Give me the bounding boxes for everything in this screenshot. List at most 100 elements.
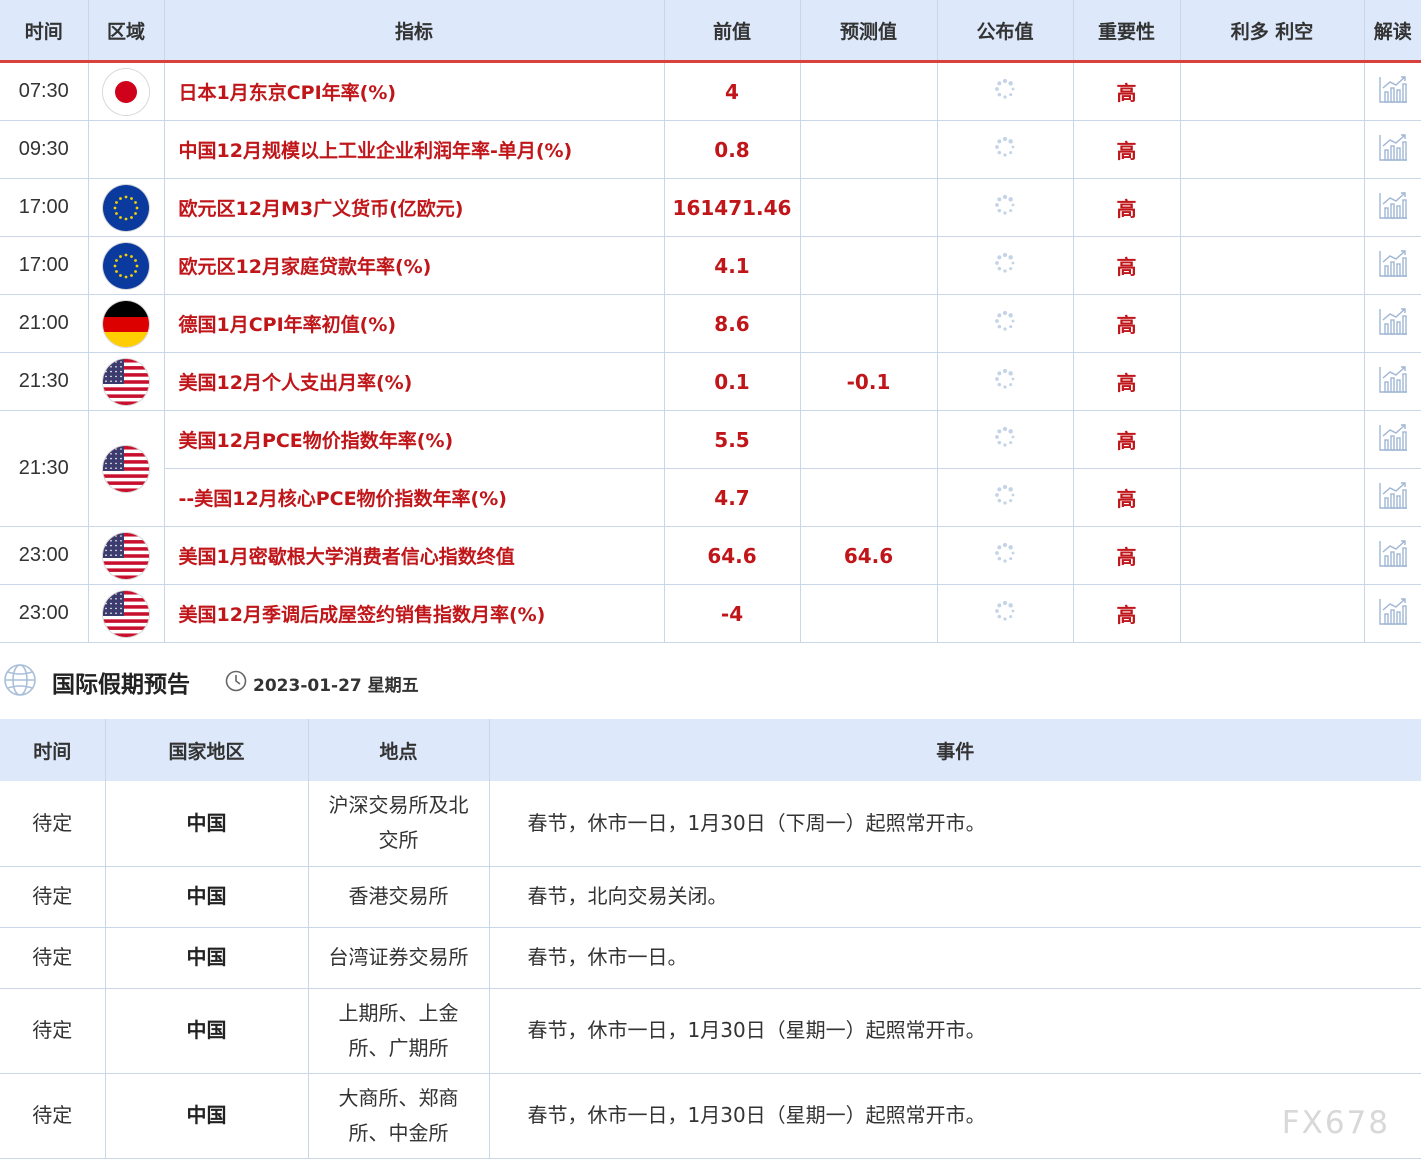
indicator-link[interactable]: 德国1月CPI年率初值(%) [164, 294, 665, 353]
table-row: 07:30 日本1月东京CPI年率(%) 4 高 [0, 61, 1421, 121]
importance-value: 高 [1073, 352, 1181, 411]
analysis-cell [1364, 410, 1421, 469]
chart-analysis-icon[interactable] [1378, 190, 1408, 225]
header-indicator: 指标 [164, 0, 665, 63]
chart-analysis-icon[interactable] [1378, 422, 1408, 457]
analysis-cell [1364, 294, 1421, 353]
loading-spinner-icon [994, 310, 1016, 337]
table-row: 17:00 欧元区12月M3广义货币(亿欧元) 161471.46 高 [0, 178, 1421, 237]
table-row: 21:30 美国12月个人支出月率(%) 0.1 -0.1 高 [0, 352, 1421, 411]
importance-value: 高 [1073, 120, 1181, 179]
holiday-time: 待定 [0, 866, 106, 928]
table-row: 21:30 美国12月PCE物价指数年率(%) 5.5 高 [0, 410, 1421, 527]
previous-value: 8.6 [664, 294, 801, 353]
previous-value: 4.1 [664, 236, 801, 295]
loading-spinner-icon [994, 600, 1016, 627]
holiday-time: 待定 [0, 1073, 106, 1159]
impact-cell [1180, 120, 1365, 179]
previous-value: 5.5 [664, 410, 801, 469]
globe-icon [3, 663, 37, 701]
importance-value: 高 [1073, 584, 1181, 643]
previous-value: 4.7 [664, 468, 801, 527]
table-row: 09:30 中国12月规模以上工业企业利润年率-单月(%) 0.8 高 [0, 120, 1421, 179]
header-time: 时间 [0, 0, 89, 63]
actual-cell [937, 120, 1074, 179]
indicator-link[interactable]: 欧元区12月M3广义货币(亿欧元) [164, 178, 665, 237]
indicator-link[interactable]: 美国12月个人支出月率(%) [164, 352, 665, 411]
event-time: 21:30 [0, 352, 89, 411]
holiday-place: 上期所、上金所、广期所 [308, 988, 490, 1074]
chart-analysis-icon[interactable] [1378, 596, 1408, 631]
holiday-section-header: 国际假期预告 2023-01-27 星期五 [0, 641, 1421, 719]
impact-cell [1180, 294, 1365, 353]
importance-value: 高 [1073, 410, 1181, 469]
clock-icon [225, 670, 247, 696]
analysis-cell [1364, 352, 1421, 411]
table-row: 21:00 德国1月CPI年率初值(%) 8.6 高 [0, 294, 1421, 353]
chart-analysis-icon[interactable] [1378, 538, 1408, 573]
header-region: 区域 [88, 0, 165, 63]
loading-spinner-icon [994, 252, 1016, 279]
event-time: 17:00 [0, 236, 89, 295]
analysis-cell [1364, 61, 1421, 121]
holiday-country: 中国 [105, 1073, 309, 1159]
forecast-value [800, 120, 938, 179]
indicator-link[interactable]: --美国12月核心PCE物价指数年率(%) [164, 468, 665, 527]
loading-spinner-icon [994, 542, 1016, 569]
header-forecast: 预测值 [800, 0, 938, 63]
chart-analysis-icon[interactable] [1378, 364, 1408, 399]
header-place: 地点 [308, 719, 490, 781]
forecast-value [800, 178, 938, 237]
previous-value: 0.8 [664, 120, 801, 179]
actual-cell [937, 410, 1074, 469]
holiday-country: 中国 [105, 927, 309, 989]
importance-value: 高 [1073, 236, 1181, 295]
actual-cell [937, 294, 1074, 353]
impact-cell [1180, 178, 1365, 237]
indicator-link[interactable]: 美国12月PCE物价指数年率(%) [164, 410, 665, 469]
event-time: 23:00 [0, 584, 89, 643]
region-cell [88, 236, 165, 295]
analysis-cell [1364, 584, 1421, 643]
region-cell [88, 584, 165, 643]
chart-analysis-icon[interactable] [1378, 74, 1408, 109]
table-row: --美国12月核心PCE物价指数年率(%) 4.7 高 [0, 468, 1421, 527]
indicator-link[interactable]: 美国1月密歇根大学消费者信心指数终值 [164, 526, 665, 585]
actual-cell [937, 352, 1074, 411]
holiday-country: 中国 [105, 988, 309, 1074]
forecast-value [800, 294, 938, 353]
header-time: 时间 [0, 719, 106, 781]
holiday-event: 春节，休市一日，1月30日（下周一）起照常开市。 [489, 781, 1421, 867]
forecast-value [800, 468, 938, 527]
loading-spinner-icon [994, 484, 1016, 511]
holiday-country: 中国 [105, 781, 309, 867]
eu-flag-icon [103, 184, 149, 231]
table-row: 待定 中国 台湾证券交易所 春节，休市一日。 [0, 927, 1421, 989]
region-cell [88, 120, 165, 179]
event-time: 23:00 [0, 526, 89, 585]
loading-spinner-icon [994, 78, 1016, 105]
chart-analysis-icon[interactable] [1378, 248, 1408, 283]
previous-value: 64.6 [664, 526, 801, 585]
impact-cell [1180, 352, 1365, 411]
indicator-link[interactable]: 欧元区12月家庭贷款年率(%) [164, 236, 665, 295]
forecast-value: -0.1 [800, 352, 938, 411]
impact-cell [1180, 61, 1365, 121]
calendar-header-row: 时间 区域 指标 前值 预测值 公布值 重要性 利多 利空 解读 [0, 0, 1421, 63]
table-row: 23:00 美国1月密歇根大学消费者信心指数终值 64.6 64.6 高 [0, 526, 1421, 585]
us-flag-icon [103, 590, 149, 637]
loading-spinner-icon [994, 136, 1016, 163]
header-importance: 重要性 [1073, 0, 1181, 63]
indicator-link[interactable]: 中国12月规模以上工业企业利润年率-单月(%) [164, 120, 665, 179]
chart-analysis-icon[interactable] [1378, 132, 1408, 167]
loading-spinner-icon [994, 426, 1016, 453]
previous-value: -4 [664, 584, 801, 643]
impact-cell [1180, 526, 1365, 585]
us-flag-icon [103, 445, 149, 492]
chart-analysis-icon[interactable] [1378, 306, 1408, 341]
indicator-link[interactable]: 美国12月季调后成屋签约销售指数月率(%) [164, 584, 665, 643]
holiday-place: 香港交易所 [308, 866, 490, 928]
region-cell [88, 294, 165, 353]
chart-analysis-icon[interactable] [1378, 480, 1408, 515]
indicator-link[interactable]: 日本1月东京CPI年率(%) [164, 61, 665, 121]
